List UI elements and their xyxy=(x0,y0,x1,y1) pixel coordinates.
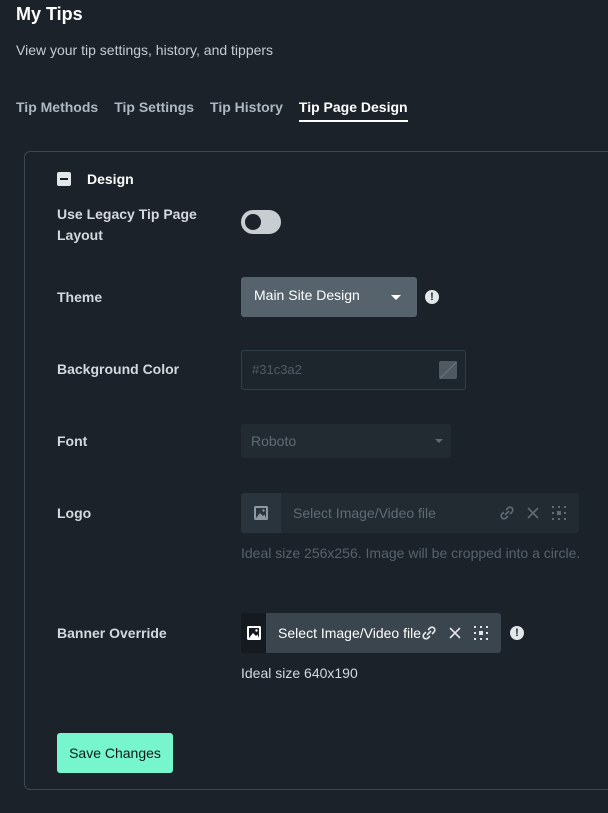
tab-tip-methods[interactable]: Tip Methods xyxy=(16,99,98,122)
chevron-down-icon xyxy=(435,439,443,443)
design-section-header: Design xyxy=(57,171,134,187)
link-icon[interactable] xyxy=(499,505,515,521)
logo-file-placeholder: Select Image/Video file xyxy=(293,505,436,521)
collapse-icon[interactable] xyxy=(57,172,71,186)
design-panel: Design Use Legacy Tip Page Layout Theme … xyxy=(24,151,608,790)
banner-hint: Ideal size 640x190 xyxy=(241,665,358,681)
background-color-input[interactable]: #31c3a2 xyxy=(241,350,466,390)
font-select[interactable]: Roboto xyxy=(241,424,451,458)
page-subtitle: View your tip settings, history, and tip… xyxy=(16,42,274,58)
theme-select[interactable]: Main Site Design xyxy=(241,277,417,317)
tab-tip-settings[interactable]: Tip Settings xyxy=(114,99,194,122)
banner-file-value: Select Image/Video file xyxy=(278,625,421,641)
toggle-knob xyxy=(245,214,261,230)
legacy-layout-label: Use Legacy Tip Page Layout xyxy=(57,206,197,243)
logo-file-field[interactable]: Select Image/Video file xyxy=(241,493,579,533)
theme-label: Theme xyxy=(57,289,103,305)
theme-select-value: Main Site Design xyxy=(254,287,360,303)
image-icon[interactable] xyxy=(241,493,281,533)
close-icon[interactable] xyxy=(447,625,463,641)
logo-label: Logo xyxy=(57,505,92,521)
tab-tip-page-design[interactable]: Tip Page Design xyxy=(298,99,408,122)
crop-icon[interactable] xyxy=(473,625,489,641)
font-label: Font xyxy=(57,433,88,449)
chevron-down-icon xyxy=(391,295,401,300)
font-select-value: Roboto xyxy=(251,433,297,449)
tab-tip-history[interactable]: Tip History xyxy=(210,99,283,122)
color-swatch-icon[interactable] xyxy=(439,361,457,379)
close-icon[interactable] xyxy=(525,505,541,521)
legacy-layout-toggle[interactable] xyxy=(241,210,281,234)
logo-hint: Ideal size 256x256. Image will be croppe… xyxy=(241,545,581,561)
banner-override-label: Banner Override xyxy=(57,625,167,641)
background-color-label: Background Color xyxy=(57,361,180,377)
banner-file-field[interactable]: Select Image/Video file xyxy=(241,613,501,653)
page-title: My Tips xyxy=(16,4,83,24)
banner-info-icon[interactable]: ! xyxy=(510,626,524,640)
image-icon[interactable] xyxy=(241,613,267,653)
save-changes-button[interactable]: Save Changes xyxy=(57,733,173,773)
background-color-placeholder: #31c3a2 xyxy=(252,362,302,377)
theme-info-icon[interactable]: ! xyxy=(425,290,439,304)
section-label: Design xyxy=(87,171,134,187)
tab-bar: Tip Methods Tip Settings Tip History Tip… xyxy=(16,99,408,122)
link-icon[interactable] xyxy=(421,625,437,641)
crop-icon[interactable] xyxy=(551,505,567,521)
